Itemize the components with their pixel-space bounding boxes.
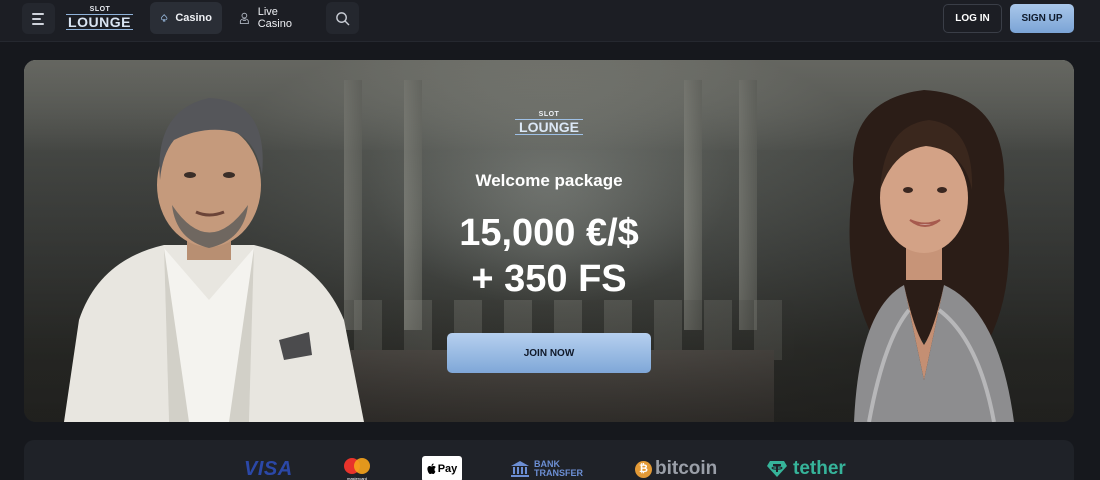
- signup-button[interactable]: SIGN UP: [1010, 4, 1074, 33]
- login-button[interactable]: LOG IN: [943, 4, 1002, 33]
- hero-logo-lounge-text: LOUNGE: [515, 119, 583, 135]
- mastercard-label: mastercard: [347, 476, 367, 480]
- payment-methods-strip: VISA mastercard Pay BANK TRANSFER ₿ bitc…: [24, 440, 1074, 480]
- menu-icon-line: [32, 22, 44, 25]
- man-figure-image: [64, 98, 364, 422]
- tab-casino[interactable]: Casino: [150, 2, 222, 34]
- free-spins-amount: + 350 FS: [471, 258, 627, 300]
- apple-pay-logo: Pay: [422, 456, 462, 480]
- welcome-heading: Welcome package: [475, 171, 623, 190]
- mastercard-icon: mastercard: [344, 458, 370, 480]
- tether-label: tether: [793, 458, 846, 479]
- tether-logo: tether: [766, 456, 846, 480]
- bitcoin-icon: ₿: [635, 460, 652, 478]
- apple-pay-label: Pay: [437, 463, 458, 475]
- woman-figure-image: [849, 90, 1014, 422]
- tether-icon: [767, 461, 787, 477]
- logo-lounge-text: LOUNGE: [66, 14, 133, 30]
- bank-transfer-logo: BANK TRANSFER: [510, 456, 583, 480]
- top-header: SLOT LOUNGE Casino Live Casino LOG IN SI…: [0, 0, 1100, 42]
- hero-banner: SLOT LOUNGE Welcome package 15,000 €/$ +…: [24, 60, 1074, 422]
- tab-live-casino[interactable]: Live Casino: [228, 2, 320, 34]
- visa-logo: VISA: [244, 457, 293, 480]
- site-logo[interactable]: SLOT LOUNGE: [65, 6, 135, 32]
- join-now-button[interactable]: JOIN NOW: [447, 333, 651, 373]
- hero-logo: SLOT LOUNGE: [515, 111, 583, 137]
- menu-icon-line: [32, 12, 44, 15]
- bank-icon: [511, 461, 529, 477]
- tab-live-casino-label: Live Casino: [257, 6, 292, 30]
- bank-label-line2: TRANSFER: [534, 468, 583, 478]
- apple-icon: [427, 463, 436, 474]
- bitcoin-label: bitcoin: [655, 458, 718, 479]
- spade-icon: [160, 14, 168, 22]
- tab-casino-label: Casino: [175, 12, 212, 24]
- search-icon: [336, 11, 350, 25]
- menu-icon-line: [32, 17, 41, 20]
- logo-slot-text: SLOT: [89, 6, 111, 13]
- bonus-amount: 15,000 €/$: [459, 212, 639, 254]
- hero-logo-slot-text: SLOT: [538, 111, 560, 118]
- mastercard-logo: mastercard: [340, 456, 374, 480]
- menu-button[interactable]: [22, 3, 55, 34]
- search-button[interactable]: [326, 2, 359, 34]
- dealer-icon: [239, 12, 249, 25]
- bitcoin-logo: ₿ bitcoin: [635, 456, 717, 480]
